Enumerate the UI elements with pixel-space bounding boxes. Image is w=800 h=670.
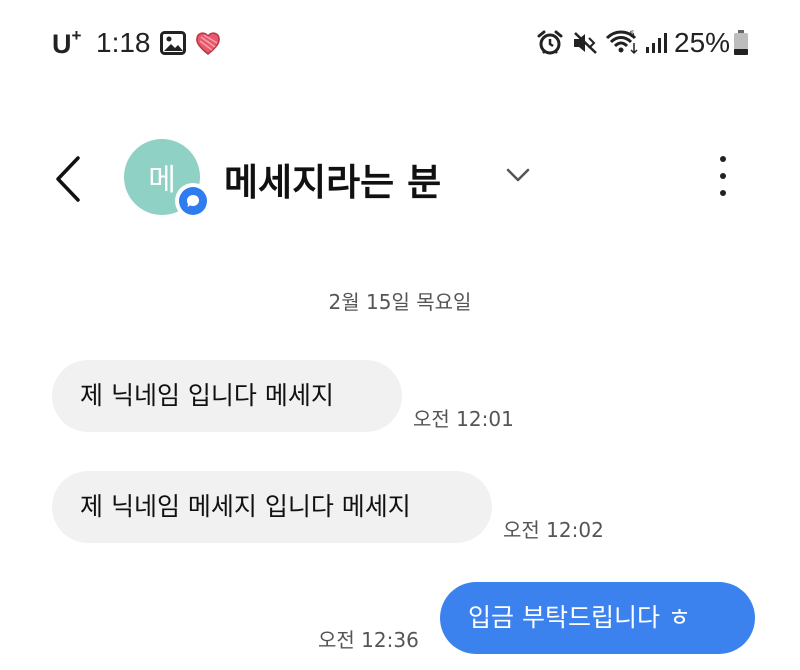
more-vertical-icon[interactable] [708, 156, 738, 196]
carrier-label: U+ [52, 26, 82, 59]
status-time: 1:18 [96, 27, 151, 58]
message-bubble-incoming[interactable]: 제 닉네임 입니다 메세지 [52, 360, 402, 432]
message-timestamp: 오전 12:01 [413, 407, 514, 431]
battery-icon [734, 30, 748, 55]
contact-name[interactable]: 메세지라는 분 [224, 152, 441, 206]
date-separator: 2월 15일 목요일 [328, 290, 472, 314]
chat-bubble-icon [187, 195, 199, 207]
signal-icon [646, 33, 667, 53]
message-timestamp: 오전 12:02 [503, 518, 604, 542]
wifi-icon: 6 [605, 30, 638, 55]
mute-icon [574, 32, 597, 54]
avatar-initial: 메 [148, 163, 176, 198]
svg-text:6: 6 [629, 30, 635, 40]
battery-percentage: 25% [674, 27, 731, 58]
heart-icon [196, 32, 220, 55]
chevron-down-icon[interactable] [505, 167, 531, 183]
back-button[interactable] [50, 154, 86, 204]
gallery-icon [160, 31, 186, 55]
alarm-icon [537, 30, 563, 55]
message-bubble-outgoing[interactable]: 입금 부탁드립니다 ㅎ [440, 582, 755, 654]
status-bar: U+ 1:18 6 25% [0, 0, 800, 88]
message-bubble-incoming[interactable]: 제 닉네임 메세지 입니다 메세지 [52, 471, 492, 543]
chat-badge-icon [175, 183, 211, 219]
message-timestamp: 오전 12:36 [318, 628, 419, 652]
